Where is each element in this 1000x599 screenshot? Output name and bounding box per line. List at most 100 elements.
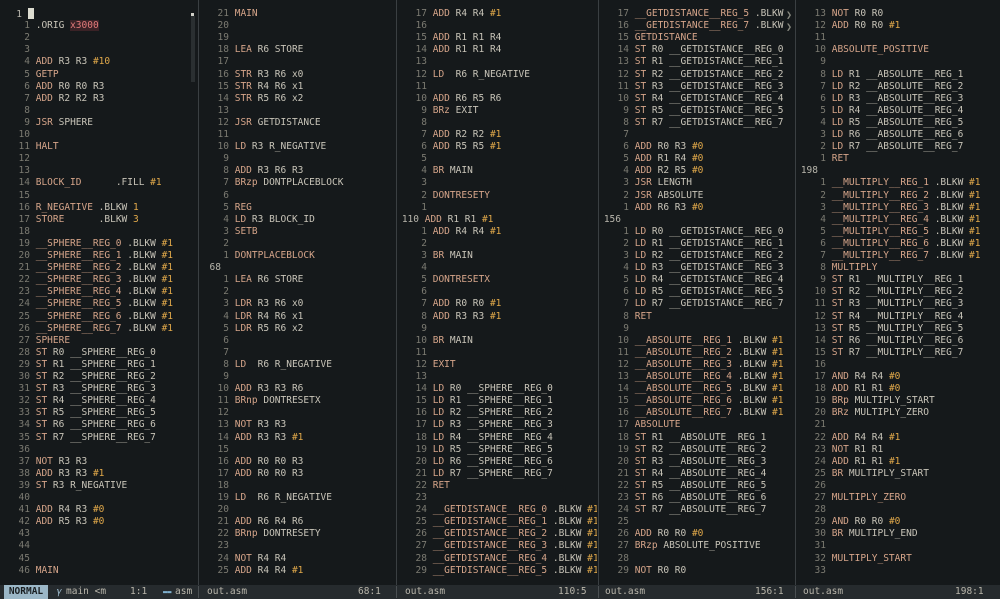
scrollbar-track[interactable] <box>191 16 195 82</box>
code-line[interactable]: 13 ST R5 __MULTIPLY__REG_5 <box>796 323 1000 335</box>
code-line[interactable]: 10 __ABSOLUTE__REG_1 .BLKW #1 <box>599 335 794 347</box>
code-line[interactable]: 19 __SPHERE__REG_0 .BLKW #1 <box>0 238 196 250</box>
code-line[interactable]: 14 ADD R3 R3 #1 <box>199 432 395 444</box>
code-line[interactable]: 40 <box>0 492 196 504</box>
code-line[interactable]: 1 DONTPLACEBLOCK <box>199 250 395 262</box>
editor-pane-4[interactable]: 17 __GETDISTANCE__REG_5 .BLKW 16 __GETDIS… <box>599 0 794 585</box>
code-line[interactable]: 20 LD R6 __SPHERE__REG_6 <box>397 456 597 468</box>
code-line[interactable]: 17 ABSOLUTE <box>599 419 794 431</box>
code-line[interactable]: 6 __MULTIPLY__REG_6 .BLKW #1 <box>796 238 1000 250</box>
code-line[interactable]: 16 __GETDISTANCE__REG_7 .BLKW <box>599 20 794 32</box>
code-line[interactable]: 8 ADD R3 R3 #1 <box>397 311 597 323</box>
code-line[interactable]: 22 ST R5 __ABSOLUTE__REG_5 <box>599 480 794 492</box>
code-line[interactable]: 1 LEA R6 STORE <box>199 274 395 286</box>
code-line[interactable]: 10 ABSOLUTE_POSITIVE <box>796 44 1000 56</box>
code-line[interactable]: 14 BLOCK_ID .FILL #1 <box>0 177 196 189</box>
code-line[interactable]: 6 LD R5 __GETDISTANCE__REG_5 <box>599 286 794 298</box>
scrollbar-thumb[interactable] <box>191 13 194 16</box>
code-line[interactable]: 16 STR R3 R6 x0 <box>199 69 395 81</box>
branch-name[interactable]: main <m <box>66 585 106 599</box>
code-line[interactable]: 8 ST R7 __GETDISTANCE__REG_7 <box>599 117 794 129</box>
code-line[interactable]: 5 REG <box>199 202 395 214</box>
code-line[interactable]: 8 <box>397 117 597 129</box>
code-line[interactable]: 8 LD R6 R_NEGATIVE <box>199 359 395 371</box>
code-line[interactable]: 18 <box>199 480 395 492</box>
code-line[interactable]: 26 ADD R0 R0 #0 <box>599 528 794 540</box>
code-line[interactable]: 31 <box>796 540 1000 552</box>
code-line[interactable]: 12 <box>0 153 196 165</box>
code-line[interactable]: 3 <box>397 177 597 189</box>
code-line[interactable]: 3 LD R6 __ABSOLUTE__REG_6 <box>796 129 1000 141</box>
code-line[interactable]: 1 ADD R4 R4 #1 <box>397 226 597 238</box>
code-line[interactable]: 12 ST R2 __GETDISTANCE__REG_2 <box>599 69 794 81</box>
code-line[interactable]: 24 __SPHERE__REG_5 .BLKW #1 <box>0 298 196 310</box>
code-line[interactable]: 1 RET <box>796 153 1000 165</box>
code-line[interactable]: 15 __ABSOLUTE__REG_6 .BLKW #1 <box>599 395 794 407</box>
code-line[interactable]: 9 BRz EXIT <box>397 105 597 117</box>
code-line[interactable]: 17 LD R3 __SPHERE__REG_3 <box>397 419 597 431</box>
code-line[interactable]: 13 __ABSOLUTE__REG_4 .BLKW #1 <box>599 371 794 383</box>
code-line[interactable]: 18 <box>0 226 196 238</box>
code-line[interactable]: 3 <box>0 44 196 56</box>
code-line[interactable]: 12 ADD R0 R0 #1 <box>796 20 1000 32</box>
code-line[interactable]: 6 <box>199 190 395 202</box>
code-line[interactable]: 13 NOT R3 R3 <box>199 419 395 431</box>
code-line[interactable]: 24 ADD R1 R1 #1 <box>796 456 1000 468</box>
code-line[interactable]: 7 <box>199 347 395 359</box>
code-line[interactable]: 22 BRnp DONTRESETY <box>199 528 395 540</box>
code-line[interactable]: 16 ADD R0 R0 R3 <box>199 456 395 468</box>
code-line[interactable]: 7 ADD R2 R2 R3 <box>0 93 196 105</box>
code-line[interactable]: 28 __GETDISTANCE__REG_4 .BLKW #1 <box>397 553 597 565</box>
code-line[interactable]: 21 <box>796 419 1000 431</box>
code-line[interactable]: 33 ST R5 __SPHERE__REG_5 <box>0 407 196 419</box>
code-line[interactable]: 11 <box>199 129 395 141</box>
code-line[interactable]: 13 <box>397 371 597 383</box>
code-line[interactable]: 7 __MULTIPLY__REG_7 .BLKW #1 <box>796 250 1000 262</box>
code-line[interactable]: 6 ADD R0 R3 #0 <box>599 141 794 153</box>
code-line[interactable]: 20 __SPHERE__REG_1 .BLKW #1 <box>0 250 196 262</box>
code-line[interactable]: 12 JSR GETDISTANCE <box>199 117 395 129</box>
code-line[interactable]: 4 ADD R3 R3 #10 <box>0 56 196 68</box>
code-line[interactable]: 23 NOT R1 R1 <box>796 444 1000 456</box>
code-line[interactable]: 25 <box>599 516 794 528</box>
code-line[interactable]: 26 __GETDISTANCE__REG_2 .BLKW #1 <box>397 528 597 540</box>
editor-pane-3[interactable]: 17 ADD R4 R4 #1 16 15 ADD R1 R1 R4 14 ADD … <box>397 0 597 585</box>
code-line[interactable]: 13 <box>0 165 196 177</box>
code-line[interactable]: 18 LD R4 __SPHERE__REG_4 <box>397 432 597 444</box>
code-line[interactable]: 13 <box>397 56 597 68</box>
code-line[interactable]: 15 <box>199 444 395 456</box>
code-line[interactable]: 3 LDR R3 R6 x0 <box>199 298 395 310</box>
code-line[interactable]: 15 STR R4 R6 x1 <box>199 81 395 93</box>
code-line[interactable]: 21 LD R7 __SPHERE__REG_7 <box>397 468 597 480</box>
code-line[interactable]: 46 MAIN <box>0 565 196 577</box>
code-line[interactable]: 6 ADD R5 R5 #1 <box>397 141 597 153</box>
code-line[interactable]: 10 BR MAIN <box>397 335 597 347</box>
code-line[interactable]: 25 BR MULTIPLY_START <box>796 468 1000 480</box>
code-line[interactable]: 7 ADD R2 R2 #1 <box>397 129 597 141</box>
code-line[interactable]: 8 ADD R3 R6 R3 <box>199 165 395 177</box>
code-line[interactable]: 10 <box>0 129 196 141</box>
code-line[interactable]: 6 ADD R0 R0 R3 <box>0 81 196 93</box>
code-line[interactable]: 14 STR R5 R6 x2 <box>199 93 395 105</box>
code-line[interactable]: 2 DONTRESETY <box>397 190 597 202</box>
code-line[interactable]: 28 <box>599 553 794 565</box>
code-line[interactable]: 25 __SPHERE__REG_6 .BLKW #1 <box>0 311 196 323</box>
editor-pane-1[interactable]: 1 1 .ORIG x3000 2 3 4 ADD R3 R3 #10 5 GETP… <box>0 0 196 585</box>
code-line[interactable]: 14 ST R6 __MULTIPLY__REG_6 <box>796 335 1000 347</box>
code-line[interactable]: 11 <box>397 81 597 93</box>
code-line[interactable]: 10 ST R4 __GETDISTANCE__REG_4 <box>599 93 794 105</box>
code-line[interactable]: 18 ADD R1 R1 #0 <box>796 383 1000 395</box>
code-line[interactable]: 14 LD R0 __SPHERE__REG_0 <box>397 383 597 395</box>
code-line[interactable]: 13 <box>199 105 395 117</box>
code-line[interactable]: 19 ST R2 __ABSOLUTE__REG_2 <box>599 444 794 456</box>
code-line[interactable]: 1 <box>397 202 597 214</box>
code-line[interactable]: 11 ST R3 __GETDISTANCE__REG_3 <box>599 81 794 93</box>
code-line[interactable]: 39 ST R3 R_NEGATIVE <box>0 480 196 492</box>
code-line[interactable]: 20 <box>199 20 395 32</box>
code-line[interactable]: 25 ADD R4 R4 #1 <box>199 565 395 577</box>
code-line[interactable]: 22 __SPHERE__REG_3 .BLKW #1 <box>0 274 196 286</box>
code-line[interactable]: 3 __MULTIPLY__REG_3 .BLKW #1 <box>796 202 1000 214</box>
code-line[interactable]: 21 MAIN <box>199 8 395 20</box>
code-line[interactable]: 3 JSR LENGTH <box>599 177 794 189</box>
code-line[interactable]: 5 LD R4 __GETDISTANCE__REG_4 <box>599 274 794 286</box>
